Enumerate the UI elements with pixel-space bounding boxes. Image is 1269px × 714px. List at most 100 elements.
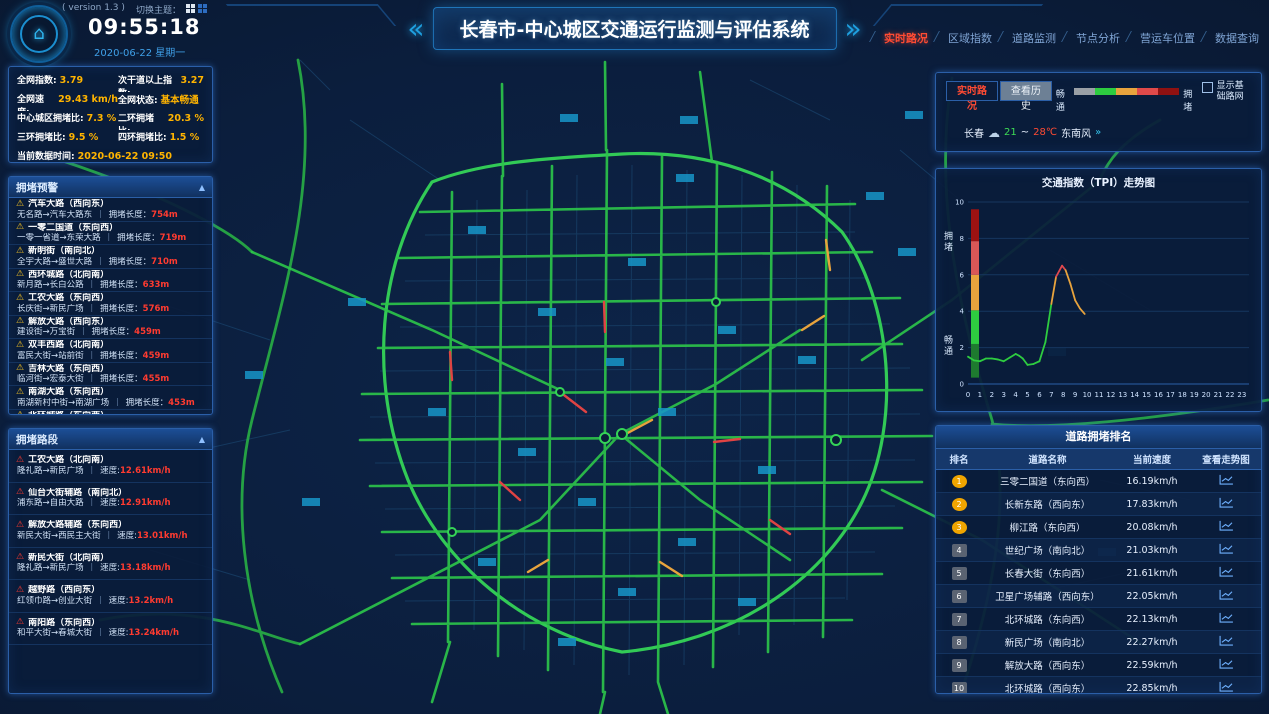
ranked-road-speed: 17.83km/h [1113, 499, 1191, 510]
congestion-list-item[interactable]: ⚠ 新民大街（北向南） 隆礼路→新民广场｜速度:13.18km/h [9, 548, 212, 581]
collapse-arrow-icon[interactable]: ▲ [199, 183, 205, 192]
svg-text:15: 15 [1142, 391, 1151, 399]
home-button[interactable]: ⌂ [10, 5, 68, 63]
warning-list-item[interactable]: ⚠ 汽车大路（西向东） 无名路→汽车大路东｜拥堵长度：754m [9, 198, 212, 222]
trend-chart-icon[interactable] [1219, 589, 1234, 600]
road-name: 南阳路（东向西） [28, 618, 100, 629]
ranking-row[interactable]: 2 长新东路（西向东） 17.83km/h [936, 493, 1261, 516]
tab-live-traffic[interactable]: 实时路况 [946, 81, 998, 101]
weather-more-link[interactable]: » [1095, 127, 1101, 138]
stat-label: 四环拥堵比: [118, 130, 167, 143]
trend-chart-icon[interactable] [1219, 543, 1234, 554]
weather-wind: 东南风 [1061, 125, 1091, 140]
road-segment: 浦东路→自由大路 [17, 498, 84, 508]
nav-item[interactable]: 区域指数 [948, 30, 992, 46]
ranked-road-speed: 22.05km/h [1113, 591, 1191, 602]
warning-list-item[interactable]: ⚠ 新明街（南向北） 全宇大路→盛世大路｜拥堵长度：710m [9, 245, 212, 269]
trend-chart-icon[interactable] [1219, 658, 1234, 669]
svg-text:9: 9 [1073, 391, 1077, 399]
alert-icon: ⚠ [16, 488, 24, 497]
ranking-row[interactable]: 3 柳江路（东向西） 20.08km/h [936, 516, 1261, 539]
ranking-row[interactable]: 1 三零二国道（东向西） 16.19km/h [936, 470, 1261, 493]
nav-item[interactable]: 道路监测 [1012, 30, 1056, 46]
congestion-list-item[interactable]: ⚠ 解放大路辅路（东向西） 新民大街→西民主大街｜速度:13.01km/h [9, 515, 212, 548]
ranking-row[interactable]: 7 北环城路（东向西） 22.13km/h [936, 608, 1261, 631]
tab-view-history[interactable]: 查看历史 [1000, 81, 1052, 101]
stat-value: 29.43 km/h [58, 94, 118, 105]
weather-cloud-icon: ☁ [988, 126, 1000, 140]
warning-list: ⚠ 汽车大路（西向东） 无名路→汽车大路东｜拥堵长度：754m ⚠ 一零二国道（… [9, 198, 212, 414]
trend-chart-icon[interactable] [1219, 681, 1234, 692]
metric-label: 拥堵长度： [117, 233, 160, 243]
rank-badge: 6 [952, 590, 967, 603]
collapse-arrow-icon[interactable]: ▲ [199, 435, 205, 444]
road-segment: 隆礼路→新民广场 [17, 563, 84, 573]
congestion-list-item[interactable]: ⚠ 越野路（西向东） 红领巾路→创业大街｜速度:13.2km/h [9, 580, 212, 613]
ranked-road-speed: 22.59km/h [1113, 660, 1191, 671]
clock: 09:55:18 [88, 15, 200, 39]
warning-list-item[interactable]: ⚠ 一零二国道（东向西） 一零一省道→东荣大路｜拥堵长度：719m [9, 222, 212, 246]
warning-list-item[interactable]: ⚠ 双丰西路（北向南） 富民大街→站前街｜拥堵长度：459m [9, 339, 212, 363]
ranked-road-name: 新民广场（南向北） [982, 635, 1113, 649]
separator: ｜ [113, 398, 122, 408]
show-base-network-toggle[interactable]: 显示基础路网 [1202, 81, 1251, 104]
ranking-row[interactable]: 4 世纪广场（南向北） 21.03km/h [936, 539, 1261, 562]
ranked-road-name: 长春大街（东向西） [982, 566, 1113, 580]
ranking-row[interactable]: 9 解放大路（西向东） 22.59km/h [936, 654, 1261, 677]
congestion-list-item[interactable]: ⚠ 仙台大街辅路（南向北） 浦东路→自由大路｜速度:12.91km/h [9, 483, 212, 516]
svg-text:16: 16 [1154, 391, 1163, 399]
svg-text:19: 19 [1190, 391, 1199, 399]
warning-icon: ⚠ [16, 270, 24, 279]
trend-chart-icon[interactable] [1219, 612, 1234, 623]
trend-chart-icon[interactable] [1219, 635, 1234, 646]
ranked-road-speed: 20.08km/h [1113, 522, 1191, 533]
ranking-row[interactable]: 10 北环城路（西向东） 22.85km/h [936, 677, 1261, 694]
metric-label: 拥堵长度： [109, 257, 152, 267]
trend-chart-icon[interactable] [1219, 474, 1234, 485]
page-title: 长春市-中心城区交通运行监测与评估系统 [433, 7, 837, 50]
col-header-rank: 排名 [936, 452, 982, 466]
metric-label: 拥堵长度： [92, 327, 135, 337]
ylabel-jam: 拥堵 [941, 231, 954, 253]
metric-value: 13.24km/h [129, 628, 180, 638]
alert-icon: ⚠ [16, 586, 24, 595]
svg-text:17: 17 [1166, 391, 1175, 399]
metric-label: 速度: [109, 628, 129, 638]
trend-chart-icon[interactable] [1219, 566, 1234, 577]
warning-list-item[interactable]: ⚠ 南湖大路（东向西） 南湖新村中街→南湖广场｜拥堵长度：453m [9, 386, 212, 410]
ranking-row[interactable]: 5 长春大街（东向西） 21.61km/h [936, 562, 1261, 585]
stat-item: 二环拥堵比: 20.3 % [118, 111, 204, 130]
congestion-list-item[interactable]: ⚠ 南阳路（东向西） 和平大街→春城大街｜速度:13.24km/h [9, 613, 212, 646]
warning-list-item[interactable]: ⚠ 吉林大路（东向西） 临河街→宏泰大街｜拥堵长度：455m [9, 363, 212, 387]
ranked-road-speed: 16.19km/h [1113, 476, 1191, 487]
svg-text:6: 6 [960, 271, 965, 279]
ranking-row[interactable]: 6 卫星广场辅路（西向东） 22.05km/h [936, 585, 1261, 608]
warning-list-item[interactable]: ⚠ 北环城路（东向西） 北人民大街→北凯旋路｜拥堵长度：436m [9, 410, 212, 415]
checkbox-icon [1202, 82, 1213, 93]
road-name: 工农大路（北向南） [28, 455, 109, 466]
theme-blue-icon[interactable] [198, 4, 207, 13]
separator: ｜ [88, 351, 97, 361]
theme-light-icon[interactable] [186, 4, 195, 13]
home-logo-ring: ⌂ [20, 15, 58, 53]
nav-item[interactable]: 实时路况 [884, 30, 928, 46]
metric-label: 拥堵长度： [126, 398, 169, 408]
trend-chart-icon[interactable] [1219, 520, 1234, 531]
congestion-list-item[interactable]: ⚠ 工农大路（北向南） 隆礼路→新民广场｜速度:12.61km/h [9, 450, 212, 483]
nav-item[interactable]: 营运车位置 [1140, 30, 1195, 46]
banner-right-decoration [844, 15, 861, 43]
ranking-row[interactable]: 8 新民广场（南向北） 22.27km/h [936, 631, 1261, 654]
header: ⌂ ( version 1.3 ) 切换主题： 09:55:18 2020-06… [0, 0, 1269, 62]
col-header-speed: 当前速度 [1113, 452, 1191, 466]
header-decoration-right [873, 4, 1043, 26]
svg-text:22: 22 [1225, 391, 1234, 399]
nav-item[interactable]: 节点分析 [1076, 30, 1120, 46]
stat-label: 三环拥堵比: [17, 130, 66, 143]
warning-list-item[interactable]: ⚠ 解放大路（西向东） 建设街→万宝街｜拥堵长度：459m [9, 316, 212, 340]
warning-list-item[interactable]: ⚠ 西环城路（北向南） 新月路→长白公路｜拥堵长度：633m [9, 269, 212, 293]
road-segment: 临河街→宏泰大街 [17, 374, 84, 384]
trend-chart-icon[interactable] [1219, 497, 1234, 508]
nav-item[interactable]: 数据查询 [1215, 30, 1259, 46]
warning-list-item[interactable]: ⚠ 工农大路（东向西） 长庆街→新民广场｜拥堵长度：576m [9, 292, 212, 316]
separator: ｜ [105, 233, 114, 243]
